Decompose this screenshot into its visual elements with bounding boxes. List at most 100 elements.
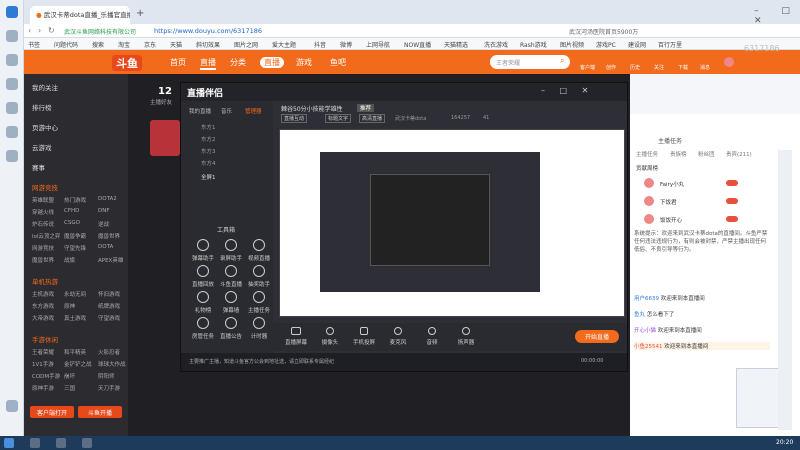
url-input[interactable]: https://www.douyu.com/6317186 <box>154 27 262 35</box>
viewer-name[interactable]: Fairy小丸 <box>660 180 684 188</box>
sidebar-cat[interactable]: 守望游戏 <box>98 314 120 322</box>
bookmark-item[interactable]: 图片视频 <box>560 40 584 49</box>
header-history[interactable]: 历史 <box>630 64 640 71</box>
bookmark-item[interactable]: 斜切效果 <box>196 40 220 49</box>
bookmark-item[interactable]: NOW直播 <box>404 40 431 49</box>
sidebar-cat[interactable]: 天刀手游 <box>98 384 120 392</box>
nav-home[interactable]: 首页 <box>170 57 186 68</box>
sidebar-cat[interactable]: 网游竞技 <box>32 244 54 252</box>
douyu-search-input[interactable]: 王者荣耀 <box>490 55 570 69</box>
sidebar-item-rank[interactable]: 排行榜 <box>32 102 52 112</box>
obs-room-title[interactable]: 棘谷50分小技能学雄性 <box>281 104 343 113</box>
header-follow[interactable]: 关注 <box>654 64 664 71</box>
sidebar-item-webgame[interactable]: 页游中心 <box>32 122 58 132</box>
nav-live[interactable]: 直播 <box>200 57 216 70</box>
refresh-icon[interactable]: ↻ <box>48 26 55 35</box>
camera-button[interactable]: 摄像头 <box>313 327 347 346</box>
window-controls[interactable]: – □ ✕ <box>754 6 800 26</box>
sidebar-cat[interactable]: 原神手游 <box>32 384 54 392</box>
screen-capture-button[interactable]: 直播屏幕 <box>279 327 313 346</box>
obs-sub-tag[interactable]: 高清直播 <box>359 114 386 123</box>
viewer-name[interactable]: 下饭君 <box>660 198 677 206</box>
sidebar-cat[interactable]: 守望先锋 <box>64 244 86 252</box>
bookmark-item[interactable]: 淘宝 <box>118 40 130 49</box>
sidebar-cat[interactable]: 和平精英 <box>64 348 86 356</box>
user-avatar[interactable] <box>724 57 734 67</box>
sidebar-cat[interactable]: 战旗 <box>64 256 75 264</box>
sidebar-cat[interactable]: 炉石传说 <box>32 220 54 228</box>
viewer-avatar[interactable] <box>644 178 654 188</box>
obs-room-tag[interactable]: 推荐 <box>357 104 375 112</box>
obs-preview-canvas[interactable] <box>279 129 625 317</box>
sidebar-cat[interactable]: 纸牌游戏 <box>98 302 120 310</box>
bookmark-item[interactable]: 图片之网 <box>234 40 258 49</box>
bookmark-item[interactable]: 洗衣游戏 <box>484 40 508 49</box>
nav-games[interactable]: 游戏 <box>296 57 312 68</box>
sidebar-cat[interactable]: 三国 <box>64 384 75 392</box>
tool-video[interactable]: 视频直播 <box>239 239 279 262</box>
bookmark-item[interactable]: 微博 <box>340 40 352 49</box>
sidebar-cat[interactable]: 英雄联盟 <box>32 196 54 204</box>
obs-tab[interactable]: 我的直播 <box>189 107 211 115</box>
sidebar-cat[interactable]: lol云顶之弈 <box>32 232 60 240</box>
obs-scene-item[interactable]: 东方4 <box>201 159 216 167</box>
chat-scrollbar[interactable] <box>778 150 792 430</box>
sidebar-cat[interactable]: DNF <box>98 208 110 214</box>
bookmark-item[interactable]: Rash游戏 <box>520 40 547 49</box>
taskbar-app[interactable] <box>56 438 66 448</box>
star-icon[interactable] <box>6 54 18 66</box>
sidebar-cat[interactable]: 火影忍者 <box>98 348 120 356</box>
sidebar-cat[interactable]: DOTA <box>98 244 113 250</box>
start-live-button[interactable]: 斗鱼开播 <box>78 406 122 418</box>
chat-tab-noble[interactable]: 贵族榜 <box>670 150 687 158</box>
sidebar-cat[interactable]: 原神 <box>64 302 75 310</box>
taskbar-app[interactable] <box>82 438 92 448</box>
sidebar-cat[interactable]: APEX英雄 <box>98 256 123 264</box>
nav-category[interactable]: 分类 <box>230 57 246 68</box>
chat-tab-vip[interactable]: 贵宾(211) <box>726 150 752 158</box>
sidebar-cat[interactable]: 金铲铲之战 <box>64 360 92 368</box>
phone-cast-button[interactable]: 手机投屏 <box>347 327 381 346</box>
bookmark-item[interactable]: 百行万里 <box>658 40 682 49</box>
browser-tab[interactable]: ● 武汉卡蒂dota直播_乐播官直播_主 <box>30 6 130 24</box>
obs-scene-item[interactable]: 全屏1 <box>201 173 216 181</box>
bookmark-item[interactable]: 天猫精选 <box>444 40 468 49</box>
obs-scene-item[interactable]: 东方1 <box>201 123 216 131</box>
nav-yuba[interactable]: 鱼吧 <box>330 57 346 68</box>
header-client[interactable]: 客户端 <box>580 64 595 71</box>
bookmark-item[interactable]: 上网导航 <box>366 40 390 49</box>
obs-sub-tag[interactable]: 标题文字 <box>325 114 352 123</box>
tools-icon[interactable] <box>6 126 18 138</box>
bookmark-item[interactable]: 京东 <box>144 40 156 49</box>
chat-tab-task[interactable]: 主播任务 <box>636 150 658 158</box>
back-icon[interactable]: ‹ <box>28 26 31 35</box>
settings-icon[interactable] <box>6 400 18 412</box>
sidebar-cat[interactable]: 真土游戏 <box>64 314 86 322</box>
sidebar-cat[interactable]: 崩坏 <box>64 372 75 380</box>
sidebar-cat[interactable]: 1V1手游 <box>32 360 54 368</box>
download-icon[interactable] <box>6 78 18 90</box>
audio-button[interactable]: 音频 <box>415 327 449 346</box>
start-icon[interactable] <box>4 438 14 448</box>
start-stream-button[interactable]: 开始直播 <box>575 330 619 343</box>
sidebar-cat[interactable]: 魔兽世界 <box>32 256 54 264</box>
sidebar-cat[interactable]: 怀旧游戏 <box>98 290 120 298</box>
sidebar-cat[interactable]: CSGO <box>64 220 80 226</box>
sidebar-cat[interactable]: 阴阳师 <box>98 372 115 380</box>
bookmark-item[interactable]: 游戏PC <box>596 40 616 49</box>
streamer-avatar[interactable] <box>150 120 180 156</box>
viewer-avatar[interactable] <box>644 196 654 206</box>
sidebar-item-event[interactable]: 赛事 <box>32 162 45 172</box>
viewer-name[interactable]: 饭饭开心 <box>660 216 682 224</box>
mail-icon[interactable] <box>6 150 18 162</box>
bookmark-item[interactable]: 搜索 <box>92 40 104 49</box>
bookmark-item[interactable]: 天猫 <box>170 40 182 49</box>
obs-tab[interactable]: 音乐 <box>221 107 232 115</box>
note-icon[interactable] <box>6 102 18 114</box>
history-icon[interactable] <box>6 30 18 42</box>
sidebar-cat[interactable]: 热门游戏 <box>64 196 86 204</box>
douyu-logo[interactable]: 斗鱼 <box>112 55 142 71</box>
sidebar-cat[interactable]: 王者荣耀 <box>32 348 54 356</box>
sidebar-cat[interactable]: 魔兽争霸 <box>64 232 86 240</box>
bookmark-item[interactable]: 爱大主题 <box>272 40 296 49</box>
